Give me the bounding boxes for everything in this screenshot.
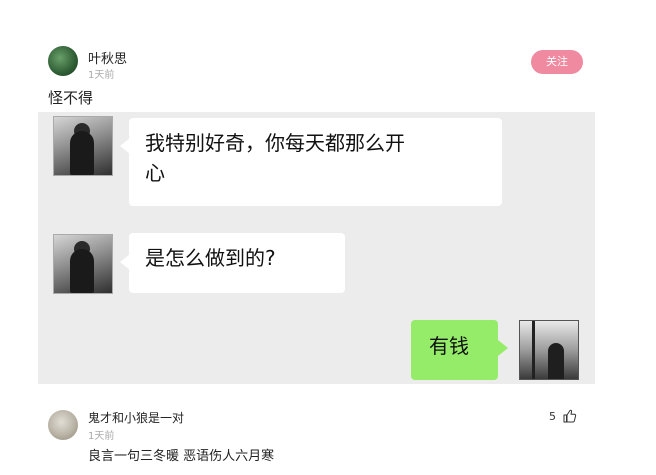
author-username[interactable]: 叶秋思 [88, 48, 127, 67]
comment-text: 良言一句三冬暖 恶语伤人六月寒 [88, 449, 275, 464]
chat-bubble-right: 有钱 [411, 320, 498, 380]
chat-bubble-left: 我特别好奇，你每天都那么开 心 [129, 118, 502, 206]
chat-message-text: 有钱 [429, 334, 469, 358]
comment-timestamp: 1天前 [88, 431, 115, 442]
chat-bubble-left: 是怎么做到的? [129, 233, 345, 293]
author-avatar[interactable] [48, 46, 78, 76]
thumbs-up-icon[interactable] [563, 408, 577, 423]
bubble-tail [498, 340, 508, 356]
post-timestamp: 1天前 [88, 70, 115, 81]
commenter-username[interactable]: 鬼才和小狼是一对 [88, 409, 184, 426]
follow-button[interactable]: 关注 [531, 50, 583, 74]
chat-message-text: 是怎么做到的? [145, 246, 276, 270]
chat-avatar-left [53, 116, 113, 176]
chat-screenshot[interactable]: 我特别好奇，你每天都那么开 心 是怎么做到的? 有钱 [38, 112, 595, 384]
like-count: 5 [549, 410, 556, 423]
commenter-avatar[interactable] [48, 410, 78, 440]
chat-message-text: 心 [145, 161, 165, 185]
chat-message-text: 我特别好奇，你每天都那么开 [145, 131, 405, 155]
chat-avatar-right [519, 320, 579, 380]
chat-avatar-left [53, 234, 113, 294]
post-caption: 怪不得 [48, 89, 94, 107]
